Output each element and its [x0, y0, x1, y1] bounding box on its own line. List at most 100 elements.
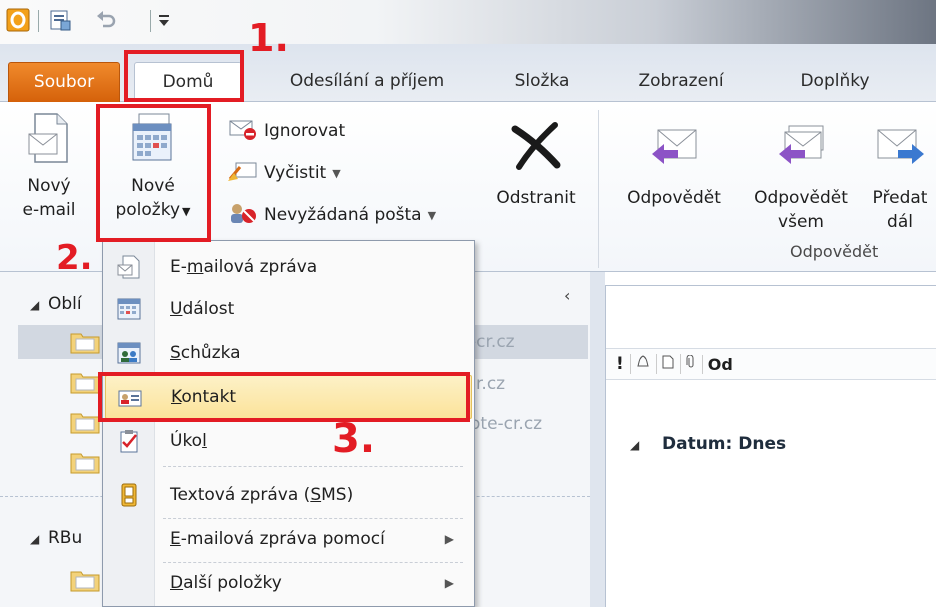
sms-icon — [117, 483, 141, 507]
menu-item-event[interactable]: Událost — [103, 287, 474, 331]
menu-item-meeting[interactable]: Schůzka — [103, 331, 474, 375]
menu-label-part: E- — [170, 257, 187, 277]
clean-up-label: Vyčistit — [264, 163, 327, 183]
collapse-pane-icon[interactable]: ‹ — [564, 286, 570, 305]
menu-label-part: Úko — [170, 431, 203, 451]
folder-label-faded: r.cz — [476, 374, 506, 394]
group-label-respond: Odpovědět — [790, 242, 879, 261]
submenu-arrow-icon: ▶ — [444, 532, 454, 546]
meeting-icon — [117, 341, 141, 365]
send-receive-icon[interactable] — [46, 6, 74, 34]
annotation-box-contact — [98, 372, 470, 422]
reply-all-label-2: všem — [778, 212, 824, 232]
menu-item-task[interactable]: Úkol — [103, 419, 474, 463]
clean-up-icon — [228, 159, 258, 188]
annotation-box-new-items — [96, 104, 211, 242]
ignore-icon — [228, 117, 258, 146]
dropdown-arrow-icon: ▼ — [427, 208, 437, 222]
tab-view[interactable]: Zobrazení — [622, 62, 740, 102]
forward-label-1: Předat — [872, 188, 928, 208]
attachment-column-icon[interactable] — [679, 354, 696, 374]
menu-item-email-using[interactable]: E-mailová zpráva pomocí ▶ — [103, 517, 474, 561]
folder-icon — [70, 330, 100, 354]
junk-icon — [228, 201, 258, 230]
reply-button[interactable]: Odpovědět — [612, 112, 736, 242]
tab-file[interactable]: Soubor — [8, 62, 120, 102]
new-email-label-2: e-mail — [22, 200, 76, 220]
menu-label-part: MS) — [321, 485, 354, 505]
date-group-header[interactable]: Datum: Dnes — [662, 434, 786, 454]
menu-label-part: ailová zpráva — [203, 257, 318, 277]
new-items-menu: E-mailová zpráva Událost Schůzka Kontakt… — [102, 240, 475, 607]
icon-column-icon[interactable] — [655, 354, 674, 374]
submenu-arrow-icon: ▶ — [444, 576, 454, 590]
menu-label-accesskey: E — [170, 529, 181, 549]
reply-all-icon — [740, 112, 862, 180]
menu-label: E-mailová zpráva pomocí — [170, 529, 385, 549]
menu-label-accesskey: U — [170, 299, 183, 319]
folder-icon — [70, 568, 100, 592]
outlook-logo-icon — [4, 6, 32, 34]
delete-x-icon — [484, 112, 588, 180]
menu-label-part: Textová zpráva ( — [170, 485, 311, 505]
importance-column-icon[interactable]: ! — [616, 354, 624, 374]
new-email-icon — [6, 112, 92, 170]
menu-item-sms[interactable]: Textová zpráva (SMS) — [103, 473, 474, 517]
annotation-step-3: 3. — [332, 416, 376, 462]
menu-label-accesskey: D — [170, 573, 184, 593]
annotation-box-tab-home — [124, 50, 244, 102]
email-message-icon — [117, 255, 141, 279]
ignore-button[interactable]: Ignorovat — [228, 116, 345, 146]
column-header-row: ! Od — [606, 348, 936, 380]
menu-item-email-message[interactable]: E-mailová zpráva — [103, 245, 474, 289]
collapse-triangle-icon[interactable]: ◢ — [30, 532, 39, 546]
forward-button[interactable]: Předat dál — [864, 112, 936, 242]
reply-label: Odpovědět — [627, 188, 721, 208]
tab-addins[interactable]: Doplňky — [780, 62, 890, 102]
qa-divider — [150, 10, 151, 32]
reply-all-button[interactable]: Odpovědět všem — [740, 112, 862, 242]
undo-icon[interactable] — [92, 6, 120, 34]
qa-divider — [38, 10, 39, 32]
message-list-pane: ! Od ◢ Datum: Dnes — [605, 285, 936, 607]
junk-button[interactable]: Nevyžádaná pošta ▼ — [228, 200, 436, 230]
group-collapse-icon[interactable]: ◢ — [630, 438, 639, 452]
folder-icon — [70, 410, 100, 434]
menu-label-accesskey: S — [310, 485, 322, 505]
new-email-button[interactable]: Nový e-mail — [6, 112, 92, 242]
menu-label-part: dálost — [182, 299, 235, 319]
delete-button[interactable]: Odstranit — [484, 112, 588, 222]
menu-separator — [163, 466, 463, 467]
account-header[interactable]: RBu — [48, 528, 82, 548]
dropdown-arrow-icon: ▼ — [332, 166, 341, 180]
favorites-header[interactable]: Oblí — [48, 294, 82, 314]
calendar-event-icon — [117, 297, 141, 321]
annotation-step-2: 2. — [56, 238, 93, 278]
reply-icon — [612, 112, 736, 180]
reply-all-label-1: Odpovědět — [754, 188, 848, 208]
folder-icon — [70, 370, 100, 394]
menu-label: Další položky — [170, 573, 282, 593]
ignore-label: Ignorovat — [264, 121, 346, 141]
delete-label: Odstranit — [496, 188, 576, 208]
folder-label-faded: ote-cr.cz — [470, 414, 543, 434]
new-email-label-1: Nový — [27, 176, 71, 196]
title-bar — [0, 0, 936, 44]
collapse-triangle-icon[interactable]: ◢ — [30, 298, 39, 312]
reminder-column-icon[interactable] — [629, 354, 650, 374]
from-column-header[interactable]: Od — [701, 354, 733, 374]
folder-icon — [70, 450, 100, 474]
junk-label: Nevyžádaná pošta — [264, 205, 422, 225]
tab-send-receive[interactable]: Odesílání a příjem — [272, 62, 462, 102]
pane-splitter[interactable] — [590, 272, 605, 607]
tab-folder[interactable]: Složka — [497, 62, 587, 102]
customize-qa-icon[interactable] — [154, 6, 174, 34]
menu-label-accesskey: l — [202, 431, 207, 451]
menu-label: Událost — [170, 299, 234, 319]
menu-label: Schůzka — [170, 343, 241, 363]
menu-label-part: alší položky — [183, 573, 282, 593]
menu-item-more-items[interactable]: Další položky ▶ — [103, 561, 474, 605]
clean-up-button[interactable]: Vyčistit ▼ — [228, 158, 341, 188]
search-bar-area[interactable] — [606, 286, 936, 332]
menu-label: E-mailová zpráva — [170, 257, 317, 277]
